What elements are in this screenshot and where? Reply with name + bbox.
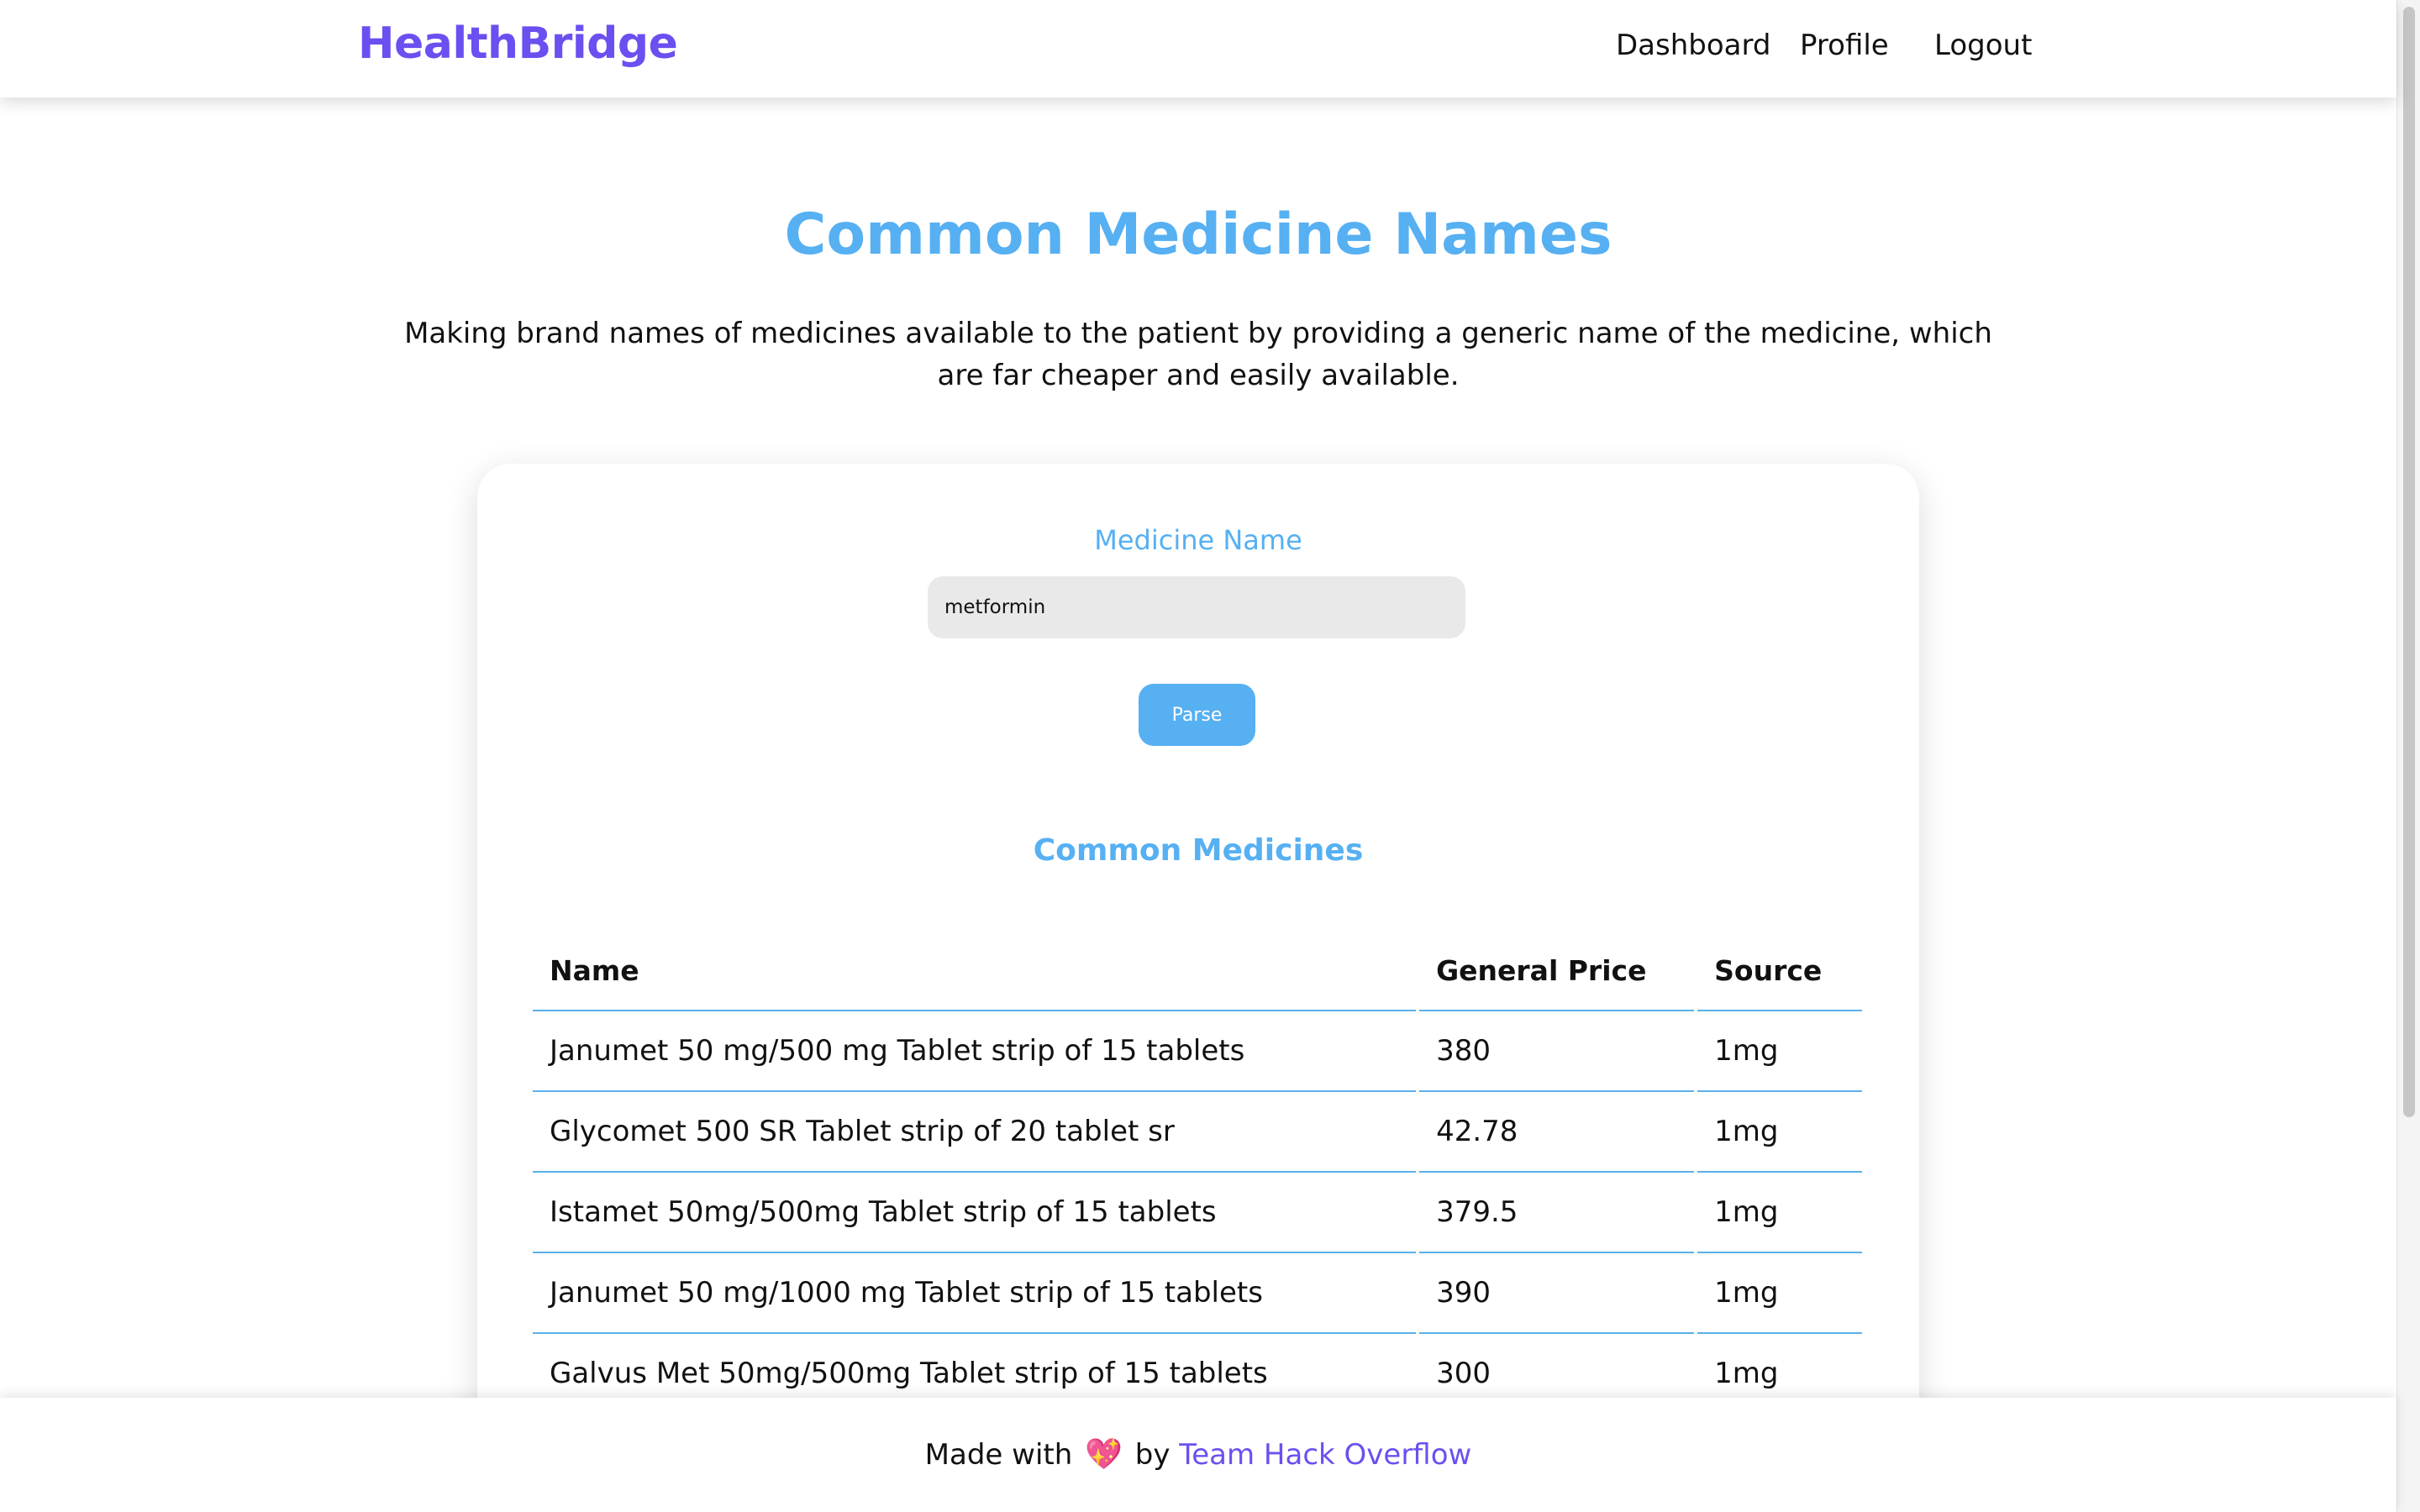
table-header-row: Name General Price Source xyxy=(533,931,1862,1011)
footer-credit: Made with 💖 by Team Hack Overflow xyxy=(0,1436,2396,1472)
cell-source: 1mg xyxy=(1697,1253,1862,1334)
scrollbar-thumb[interactable] xyxy=(2403,7,2415,1117)
footer-by: by xyxy=(1134,1438,1171,1472)
column-header-price: General Price xyxy=(1419,931,1695,1011)
page-scrollbar[interactable] xyxy=(2396,0,2420,1512)
heart-icon: 💖 xyxy=(1085,1437,1123,1472)
cell-name: Janumet 50 mg/500 mg Tablet strip of 15 … xyxy=(533,1011,1417,1092)
parse-button[interactable]: Parse xyxy=(1139,684,1255,746)
nav-profile-link[interactable]: Profile xyxy=(1800,29,1889,62)
cell-price: 42.78 xyxy=(1419,1092,1695,1173)
cell-name: Istamet 50mg/500mg Tablet strip of 15 ta… xyxy=(533,1173,1417,1253)
cell-price: 380 xyxy=(1419,1011,1695,1092)
common-medicines-title: Common Medicines xyxy=(1033,833,1364,868)
table-row: Janumet 50 mg/1000 mg Tablet strip of 15… xyxy=(533,1253,1862,1334)
table-row: Istamet 50mg/500mg Tablet strip of 15 ta… xyxy=(533,1173,1862,1253)
medicine-name-input[interactable] xyxy=(928,576,1465,638)
table-row: Janumet 50 mg/500 mg Tablet strip of 15 … xyxy=(533,1011,1862,1092)
cell-source: 1mg xyxy=(1697,1092,1862,1173)
cell-price: 379.5 xyxy=(1419,1173,1695,1253)
brand-logo[interactable]: HealthBridge xyxy=(358,18,678,69)
footer-made-with: Made with xyxy=(924,1438,1073,1472)
page-intro: Making brand names of medicines availabl… xyxy=(404,317,1992,392)
medicine-search-card: Medicine Name Parse Common Medicines Nam… xyxy=(477,464,1919,1472)
cell-source: 1mg xyxy=(1697,1173,1862,1253)
nav-logout-link[interactable]: Logout xyxy=(1934,29,2032,62)
cell-price: 390 xyxy=(1419,1253,1695,1334)
medicine-name-label: Medicine Name xyxy=(1094,524,1302,556)
nav-dashboard-link[interactable]: Dashboard xyxy=(1616,29,1770,62)
column-header-source: Source xyxy=(1697,931,1862,1011)
page-footer: Made with 💖 by Team Hack Overflow xyxy=(0,1398,2396,1512)
page-title: Common Medicine Names xyxy=(784,202,1612,268)
cell-name: Janumet 50 mg/1000 mg Tablet strip of 15… xyxy=(533,1253,1417,1334)
cell-source: 1mg xyxy=(1697,1011,1862,1092)
column-header-name: Name xyxy=(533,931,1417,1011)
table-row: Glycomet 500 SR Tablet strip of 20 table… xyxy=(533,1092,1862,1173)
top-navbar: HealthBridge Dashboard Profile Logout xyxy=(0,0,2396,97)
cell-name: Glycomet 500 SR Tablet strip of 20 table… xyxy=(533,1092,1417,1173)
medicines-table: Name General Price Source Janumet 50 mg/… xyxy=(529,931,1865,1415)
team-link[interactable]: Team Hack Overflow xyxy=(1179,1438,1471,1472)
